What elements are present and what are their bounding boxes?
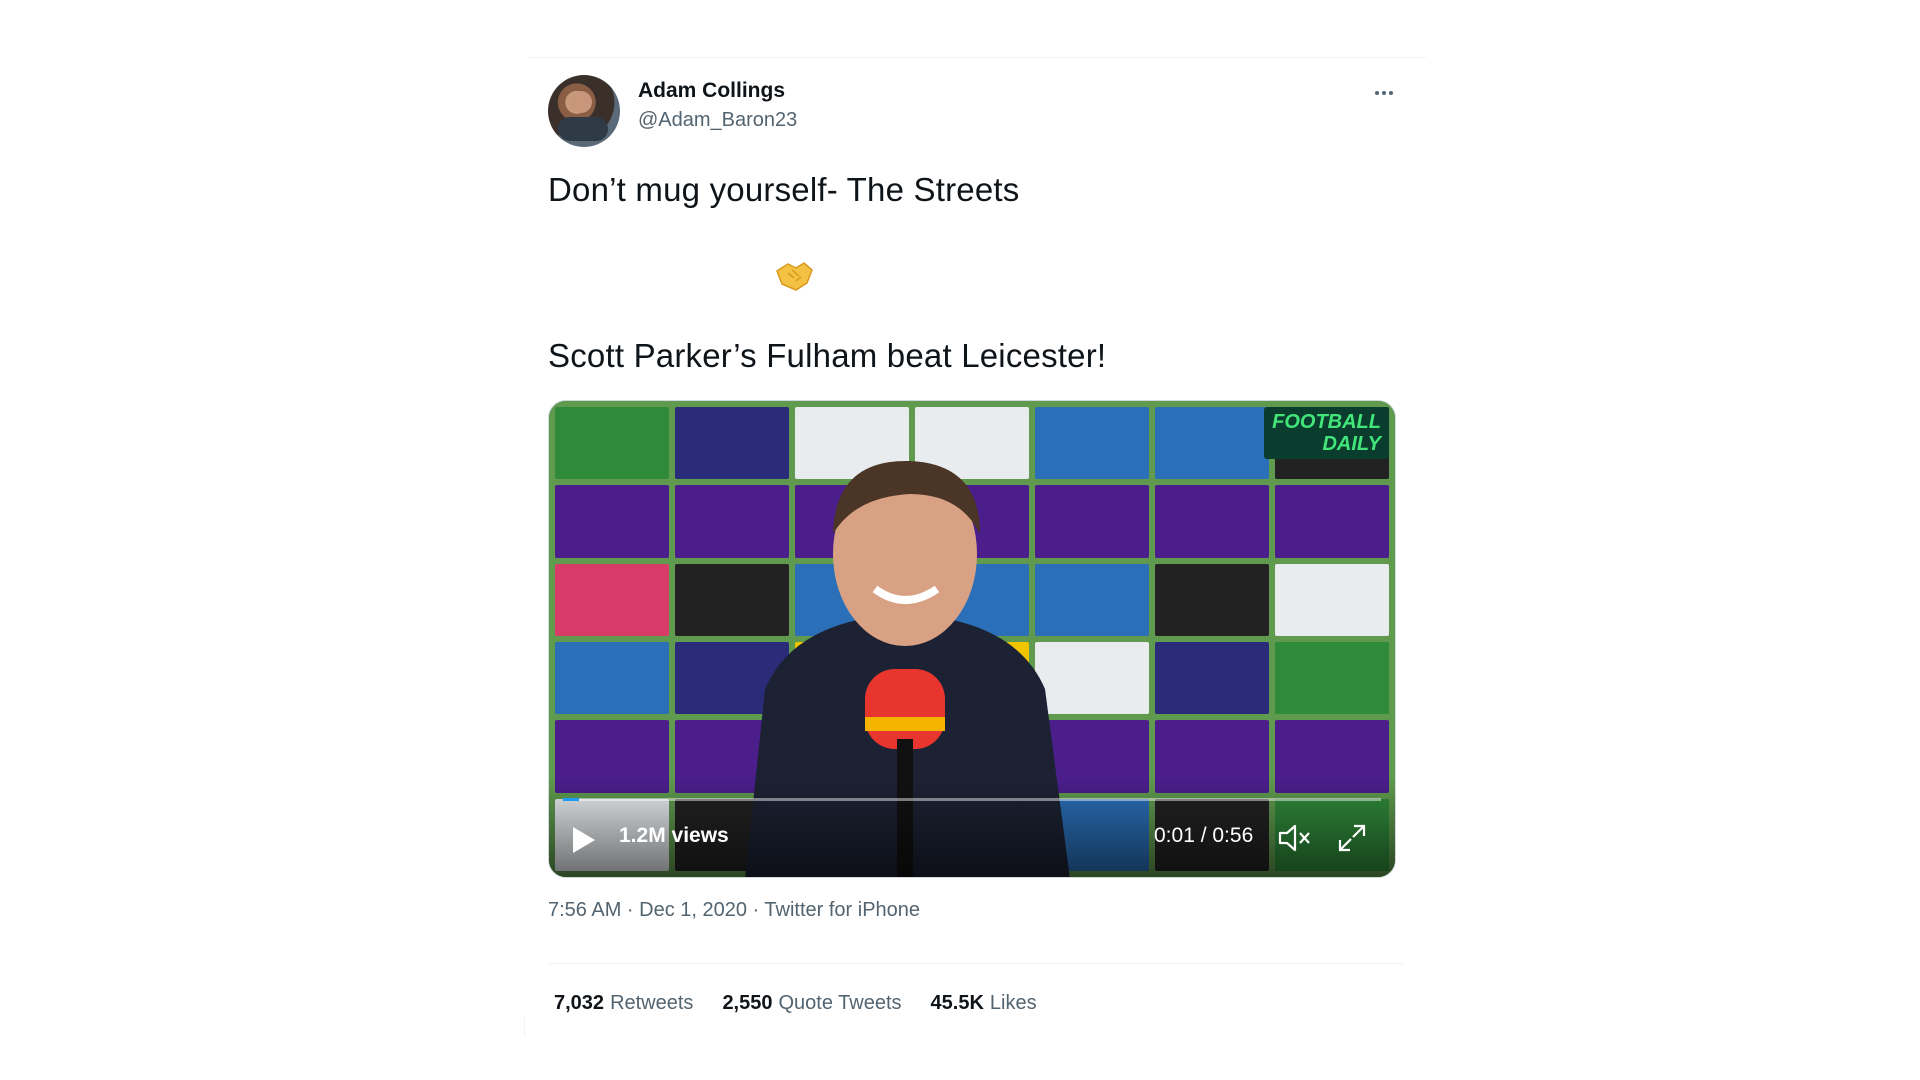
quote-tweets-stat[interactable]: 2,550 Quote Tweets: [722, 992, 901, 1015]
author-handle[interactable]: @Adam_Baron23: [638, 109, 797, 132]
video-progress-bar[interactable]: [563, 798, 1381, 801]
retweets-stat[interactable]: 7,032 Retweets: [554, 992, 693, 1015]
divider: [528, 57, 1426, 58]
more-options-icon[interactable]: [1366, 75, 1402, 111]
handshake-icon: [776, 262, 813, 291]
football-daily-badge: FOOTBALL DAILY: [1264, 407, 1389, 459]
divider: [548, 963, 1404, 964]
fullscreen-icon[interactable]: [1336, 822, 1368, 854]
video-player[interactable]: FOOTBALL DAILY 1.2M views 0:01 / 0:56: [548, 400, 1396, 878]
tweet-card: Adam Collings @Adam_Baron23 Don’t mug yo…: [524, 57, 1426, 1037]
muted-speaker-icon[interactable]: [1277, 822, 1313, 854]
video-time: 0:01 / 0:56: [1154, 824, 1254, 847]
author-name[interactable]: Adam Collings: [638, 79, 785, 103]
divider: [524, 1017, 525, 1037]
play-icon[interactable]: [571, 825, 597, 855]
tweet-timestamp[interactable]: 7:56 AM · Dec 1, 2020 · Twitter for iPho…: [548, 899, 920, 922]
likes-stat[interactable]: 45.5K Likes: [931, 992, 1037, 1015]
avatar[interactable]: [548, 75, 620, 147]
engagement-stats: 7,032 Retweets 2,550 Quote Tweets 45.5K Lik…: [554, 992, 1037, 1015]
tweet-text-line: Don’t mug yourself- The Streets: [548, 171, 1020, 208]
view-count: 1.2M views: [619, 824, 729, 847]
tweet-text-line: Scott Parker’s Fulham beat Leicester!: [548, 337, 1107, 374]
